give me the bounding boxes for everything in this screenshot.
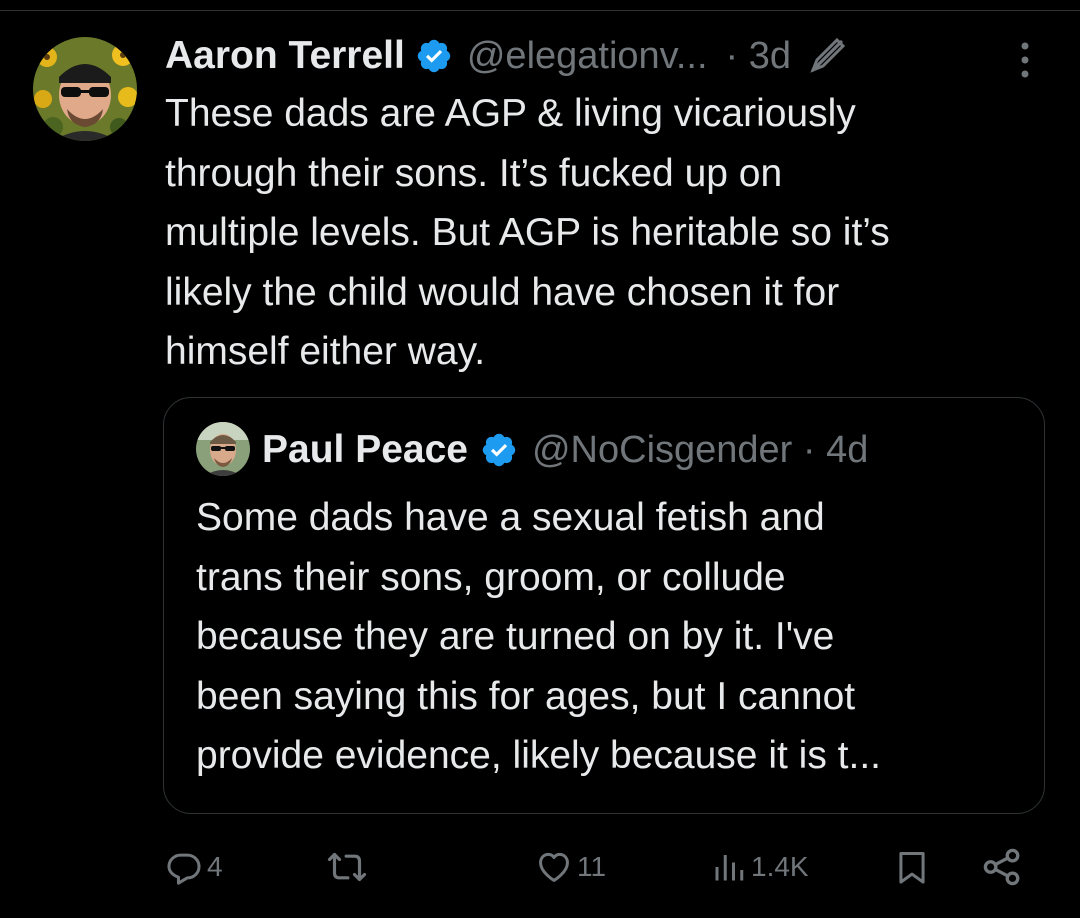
author-handle[interactable]: @elegationv... bbox=[467, 35, 708, 78]
quoted-author-handle: @NoCisgender · 4d bbox=[532, 429, 868, 472]
tweet-timestamp[interactable]: · 3d bbox=[726, 35, 791, 78]
views-button[interactable]: 1.4K bbox=[711, 842, 809, 892]
tweet-text: These dads are AGP & living vicariously … bbox=[165, 92, 890, 373]
share-button[interactable] bbox=[981, 842, 1023, 892]
quoted-handle-text: @NoCisgender bbox=[531, 428, 793, 471]
like-button[interactable]: 11 bbox=[535, 842, 606, 892]
bookmark-button[interactable] bbox=[893, 842, 931, 892]
quoted-timestamp: · 4d bbox=[802, 428, 869, 471]
bookmark-icon bbox=[893, 847, 931, 887]
quoted-author-name: Paul Peace bbox=[262, 428, 468, 471]
quoted-author-avatar bbox=[196, 422, 250, 476]
quoted-tweet-card[interactable]: Paul Peace @NoCisgender · 4d Some dads h… bbox=[163, 397, 1045, 814]
author-name[interactable]: Aaron Terrell bbox=[165, 34, 405, 78]
tweet-action-bar: 4 11 1.4K bbox=[165, 842, 1035, 892]
reply-button[interactable]: 4 bbox=[165, 842, 223, 892]
retweet-icon bbox=[327, 847, 367, 887]
like-count: 11 bbox=[577, 851, 607, 882]
more-options-icon[interactable] bbox=[1018, 40, 1032, 80]
author-avatar[interactable] bbox=[33, 37, 137, 141]
top-divider bbox=[0, 10, 1080, 11]
views-count: 1.4K bbox=[751, 851, 809, 882]
tweet-header: Aaron Terrell @elegationv... · 3d bbox=[165, 26, 1060, 86]
quoted-tweet-header: Paul Peace @NoCisgender · 4d bbox=[262, 424, 1024, 476]
quoted-tweet-text: Some dads have a sexual fetish and trans… bbox=[196, 496, 882, 777]
share-icon bbox=[981, 846, 1023, 888]
retweet-button[interactable] bbox=[327, 842, 371, 892]
reply-icon bbox=[165, 848, 203, 886]
verified-badge-icon bbox=[415, 37, 453, 75]
views-icon bbox=[711, 848, 747, 886]
reply-count: 4 bbox=[207, 851, 223, 882]
heart-icon bbox=[535, 848, 573, 886]
edited-icon[interactable] bbox=[807, 36, 847, 76]
verified-badge-icon bbox=[480, 431, 518, 469]
